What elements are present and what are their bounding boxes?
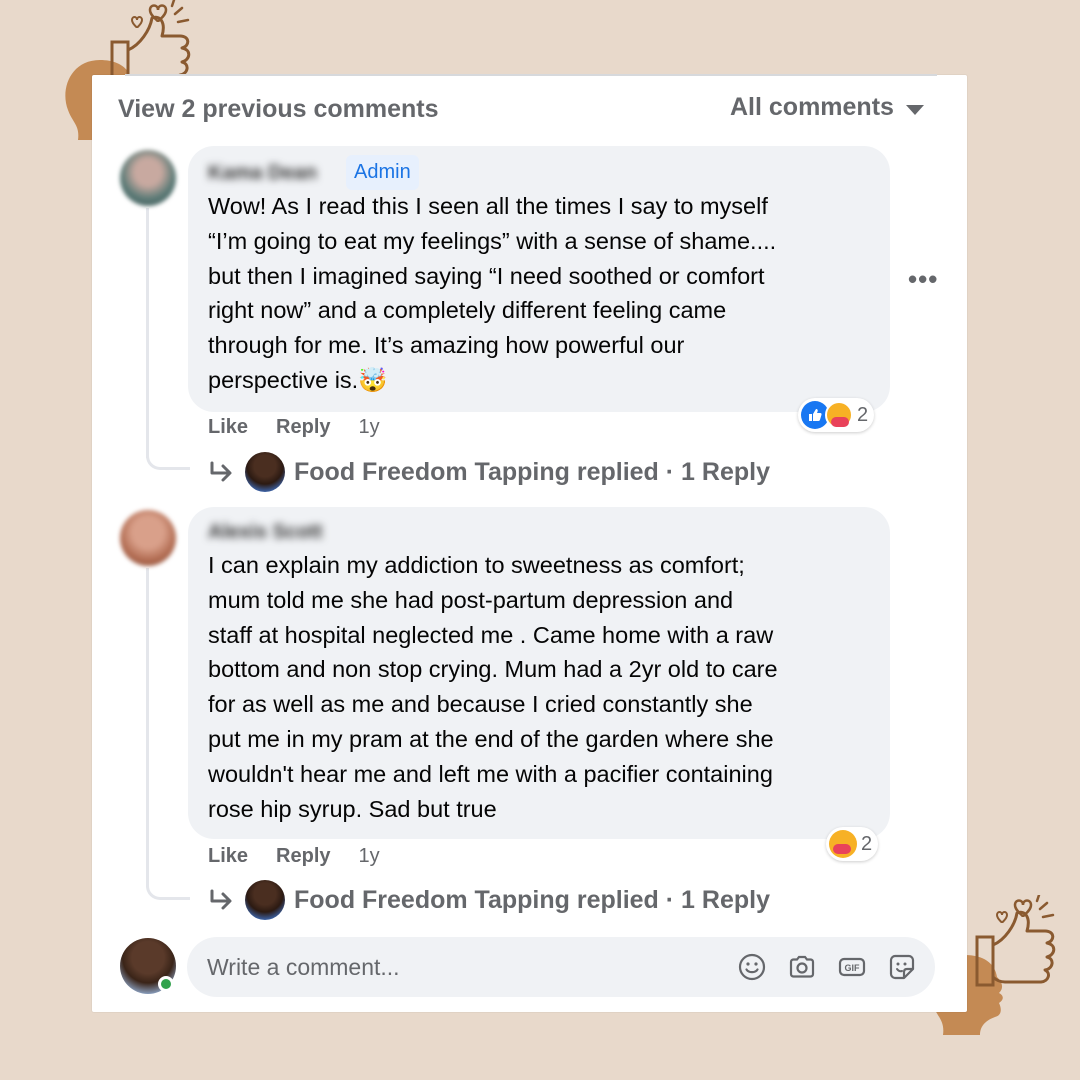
reply-count: 1 Reply <box>681 885 770 914</box>
separator: · <box>658 457 682 486</box>
thread-line <box>146 568 149 878</box>
view-replies-link[interactable]: Food Freedom Tapping replied · 1 Reply <box>207 880 770 920</box>
gif-icon[interactable]: GIF <box>837 952 867 982</box>
avatar[interactable] <box>120 510 176 566</box>
reply-arrow-icon <box>210 461 232 482</box>
divider <box>125 74 937 76</box>
comment-author[interactable]: Kama Dean <box>208 162 317 185</box>
like-button[interactable]: Like <box>208 416 248 439</box>
sticker-icon[interactable] <box>887 952 917 982</box>
emoji-icon[interactable] <box>737 952 767 982</box>
replied-label: Food Freedom Tapping replied <box>294 457 659 486</box>
reaction-count: 2 <box>861 832 873 855</box>
reactions-summary[interactable]: 2 <box>798 398 875 432</box>
reaction-count: 2 <box>857 403 869 426</box>
separator: · <box>658 885 682 914</box>
comment-text: I can explain my addiction to sweetness … <box>208 552 778 822</box>
comment-text: Wow! As I read this I seen all the times… <box>208 193 777 393</box>
comment-sort-label: All comments <box>730 93 894 121</box>
care-reaction-icon <box>825 401 853 429</box>
comment-author[interactable]: Alexis Scott <box>208 521 322 544</box>
comment-timestamp[interactable]: 1y <box>359 416 380 439</box>
care-reaction-icon <box>829 830 857 858</box>
view-replies-link[interactable]: Food Freedom Tapping replied · 1 Reply <box>207 452 770 492</box>
comment-composer: GIF <box>187 937 935 997</box>
reply-author-avatar <box>245 880 285 920</box>
reactions-summary[interactable]: 2 <box>826 827 879 861</box>
reply-author-avatar <box>245 452 285 492</box>
comment-sort-dropdown[interactable]: All comments <box>730 93 924 122</box>
like-button[interactable]: Like <box>208 845 248 868</box>
reply-arrow-icon <box>210 889 232 910</box>
comment-input[interactable] <box>207 937 727 997</box>
online-status-indicator <box>158 976 174 992</box>
thread-line <box>146 430 190 470</box>
comment-timestamp[interactable]: 1y <box>359 845 380 868</box>
reply-count: 1 Reply <box>681 457 770 486</box>
reply-button[interactable]: Reply <box>276 845 330 868</box>
admin-badge: Admin <box>346 155 419 190</box>
thread-line <box>146 208 149 458</box>
avatar[interactable] <box>120 150 176 206</box>
more-options-icon[interactable]: ••• <box>908 264 938 295</box>
comment-actions: Like Reply 1y <box>208 845 380 868</box>
thread-line <box>146 860 190 900</box>
view-previous-comments-link[interactable]: View 2 previous comments <box>118 95 439 124</box>
replied-label: Food Freedom Tapping replied <box>294 885 659 914</box>
caret-down-icon <box>905 104 924 115</box>
svg-text:GIF: GIF <box>845 963 861 973</box>
reply-button[interactable]: Reply <box>276 416 330 439</box>
composer-toolbar: GIF <box>737 952 917 982</box>
comment-bubble: Alexis Scott I can explain my addiction … <box>188 507 890 839</box>
camera-icon[interactable] <box>787 952 817 982</box>
comment-actions: Like Reply 1y <box>208 416 380 439</box>
comment-bubble: Kama Dean Admin Wow! As I read this I se… <box>188 146 890 412</box>
